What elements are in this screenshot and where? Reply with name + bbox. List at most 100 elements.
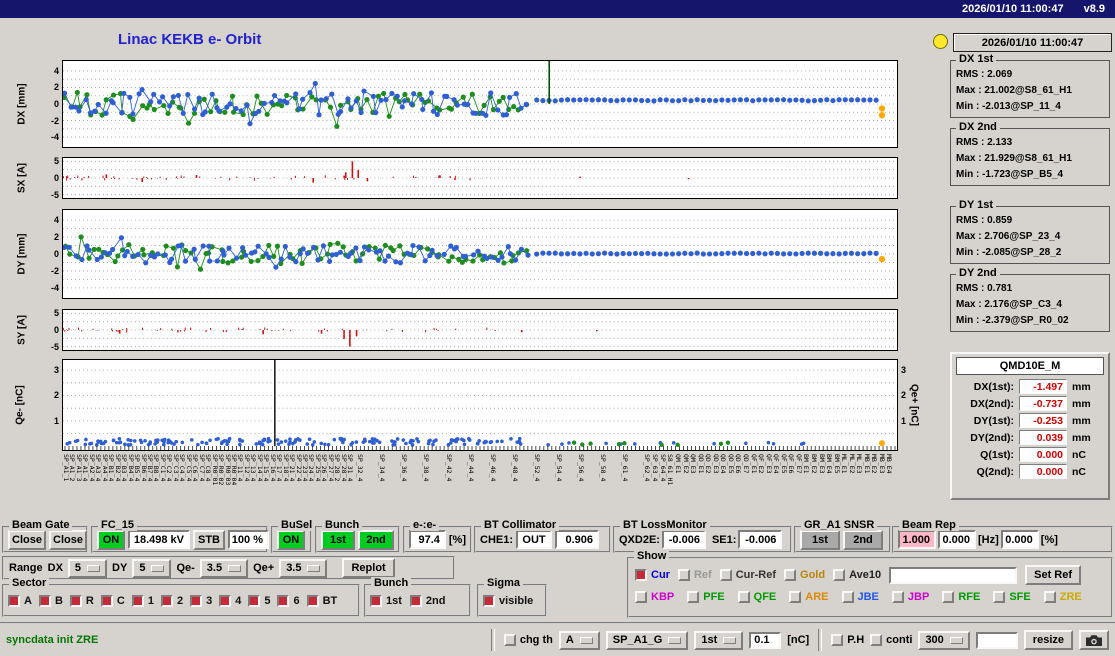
checkbox[interactable] bbox=[841, 591, 854, 603]
sector-2-toggle[interactable]: 2 bbox=[160, 594, 183, 607]
ph-checkbox[interactable] bbox=[831, 634, 844, 646]
monitor-row-value: -0.737 bbox=[1019, 396, 1067, 411]
checkbox[interactable] bbox=[370, 594, 382, 607]
bunch-1st-toggle[interactable]: 1st bbox=[370, 594, 402, 607]
ref-name-input[interactable] bbox=[889, 566, 1018, 584]
checkbox[interactable] bbox=[306, 594, 319, 607]
range-dy-select[interactable]: 5 bbox=[132, 558, 172, 578]
checkbox-label: 2nd bbox=[425, 594, 446, 607]
chg-th-toggle[interactable]: chg th bbox=[503, 634, 553, 646]
checkbox[interactable] bbox=[483, 594, 495, 607]
sector-4-toggle[interactable]: 4 bbox=[219, 594, 241, 607]
x-axis-label: S8_61_H1 bbox=[666, 454, 675, 486]
sector-r-toggle[interactable]: R bbox=[69, 594, 94, 607]
conti-label: conti bbox=[886, 634, 913, 646]
checkbox[interactable] bbox=[131, 594, 144, 607]
sector-bt-toggle[interactable]: BT bbox=[306, 594, 337, 607]
bunch-1st-button[interactable]: 1st bbox=[321, 529, 355, 550]
checkbox[interactable] bbox=[277, 594, 290, 607]
checkbox[interactable] bbox=[69, 594, 82, 607]
show-gold-toggle[interactable]: Gold bbox=[784, 569, 825, 581]
dy-1st-stats: DY 1st RMS : 0.859 Max : 2.706@SP_23_4 M… bbox=[950, 199, 1110, 264]
checkbox[interactable] bbox=[160, 594, 173, 607]
checkbox[interactable] bbox=[219, 594, 232, 607]
beam-gate-close-2-button[interactable]: Close bbox=[49, 529, 87, 550]
x-axis-label: QF_E3 bbox=[764, 454, 773, 474]
checkbox[interactable] bbox=[38, 594, 51, 607]
threshold-input[interactable] bbox=[749, 631, 782, 649]
checkbox[interactable] bbox=[719, 569, 732, 581]
checkbox[interactable] bbox=[687, 591, 700, 603]
bpm-select[interactable]: SP_A1_G bbox=[605, 630, 689, 650]
checkbox[interactable] bbox=[677, 569, 690, 581]
chg-th-checkbox[interactable] bbox=[503, 634, 516, 646]
group-jbe-toggle[interactable]: JBE bbox=[841, 591, 879, 603]
checkbox[interactable] bbox=[1043, 591, 1056, 603]
checkbox[interactable] bbox=[409, 594, 422, 607]
checkbox[interactable] bbox=[190, 594, 203, 607]
conti-toggle[interactable]: conti bbox=[870, 634, 912, 646]
beam-gate-close-1-button[interactable]: Close bbox=[8, 529, 46, 550]
checkbox[interactable] bbox=[993, 591, 1006, 603]
show-ave10-toggle[interactable]: Ave10 bbox=[833, 569, 881, 581]
x-axis-label: SP_58_4 bbox=[598, 454, 607, 482]
checkbox[interactable] bbox=[8, 594, 20, 607]
checkbox[interactable] bbox=[248, 594, 261, 607]
aux-input[interactable] bbox=[975, 631, 1018, 649]
show-cur-ref-toggle[interactable]: Cur-Ref bbox=[719, 569, 776, 581]
bunch-2nd-button[interactable]: 2nd bbox=[358, 529, 394, 550]
sector-3-toggle[interactable]: 3 bbox=[190, 594, 213, 607]
rep-count-select[interactable]: 300 bbox=[918, 630, 970, 650]
group-zre-toggle[interactable]: ZRE bbox=[1043, 591, 1082, 603]
sector-c-toggle[interactable]: C bbox=[100, 594, 125, 607]
dy-plot: 4 2 0 -2 -4 bbox=[51, 209, 898, 299]
checkbox[interactable] bbox=[833, 569, 846, 581]
show-cur-toggle[interactable]: Cur bbox=[635, 569, 670, 581]
group-rfe-toggle[interactable]: RFE bbox=[942, 591, 980, 603]
checkbox[interactable] bbox=[635, 569, 647, 581]
bunch-select[interactable]: 1st bbox=[694, 630, 744, 650]
group-kbp-toggle[interactable]: KBP bbox=[635, 591, 674, 603]
group-qfe-toggle[interactable]: QFE bbox=[737, 591, 776, 603]
rep-count-value: 300 bbox=[925, 634, 944, 646]
show-ref-toggle[interactable]: Ref bbox=[677, 569, 712, 581]
gr-2nd-button[interactable]: 2nd bbox=[843, 529, 883, 550]
fc15-stb-button[interactable]: STB bbox=[193, 529, 225, 550]
replot-button[interactable]: Replot bbox=[342, 558, 395, 578]
checkbox[interactable] bbox=[891, 591, 904, 603]
monitor-title: QMD10E_M bbox=[956, 357, 1104, 375]
bunch-2nd-toggle[interactable]: 2nd bbox=[409, 594, 446, 607]
range-dx-select[interactable]: 5 bbox=[67, 558, 108, 578]
sector-6-toggle[interactable]: 6 bbox=[277, 594, 300, 607]
monitor-row: Q(2nd): 0.000 nC bbox=[952, 463, 1108, 480]
trigger-select[interactable]: A bbox=[558, 630, 600, 650]
sector-1-toggle[interactable]: 1 bbox=[131, 594, 154, 607]
fc15-on-button[interactable]: ON bbox=[97, 529, 125, 550]
group-jbp-toggle[interactable]: JBP bbox=[891, 591, 929, 603]
group-are-toggle[interactable]: ARE bbox=[789, 591, 829, 603]
gr-1st-button[interactable]: 1st bbox=[800, 529, 840, 550]
ph-toggle[interactable]: P.H bbox=[831, 634, 864, 646]
bpm-select-value: SP_A1_G bbox=[612, 634, 663, 646]
set-ref-button[interactable]: Set Ref bbox=[1025, 565, 1082, 585]
sector-a-toggle[interactable]: A bbox=[8, 594, 32, 607]
sigma-visible-toggle[interactable]: visible bbox=[483, 594, 533, 607]
checkbox[interactable] bbox=[789, 591, 802, 603]
sector-5-toggle[interactable]: 5 bbox=[248, 594, 270, 607]
checkbox[interactable] bbox=[737, 591, 750, 603]
resize-button[interactable]: resize bbox=[1023, 630, 1073, 650]
checkbox[interactable] bbox=[100, 594, 113, 607]
checkbox-label: 3 bbox=[206, 594, 213, 607]
group-sfe-toggle[interactable]: SFE bbox=[993, 591, 1031, 603]
checkbox[interactable] bbox=[784, 569, 797, 581]
busel-on-button[interactable]: ON bbox=[277, 529, 305, 550]
checkbox[interactable] bbox=[635, 591, 647, 603]
range-qe-minus-select[interactable]: 3.5 bbox=[199, 558, 249, 578]
conti-checkbox[interactable] bbox=[870, 634, 883, 646]
checkbox[interactable] bbox=[942, 591, 955, 603]
group-pfe-toggle[interactable]: PFE bbox=[687, 591, 725, 603]
camera-button[interactable] bbox=[1079, 630, 1109, 650]
sector-b-toggle[interactable]: B bbox=[38, 594, 63, 607]
monitor-row-label: DY(1st): bbox=[973, 414, 1014, 427]
range-qe-plus-select[interactable]: 3.5 bbox=[279, 558, 328, 578]
